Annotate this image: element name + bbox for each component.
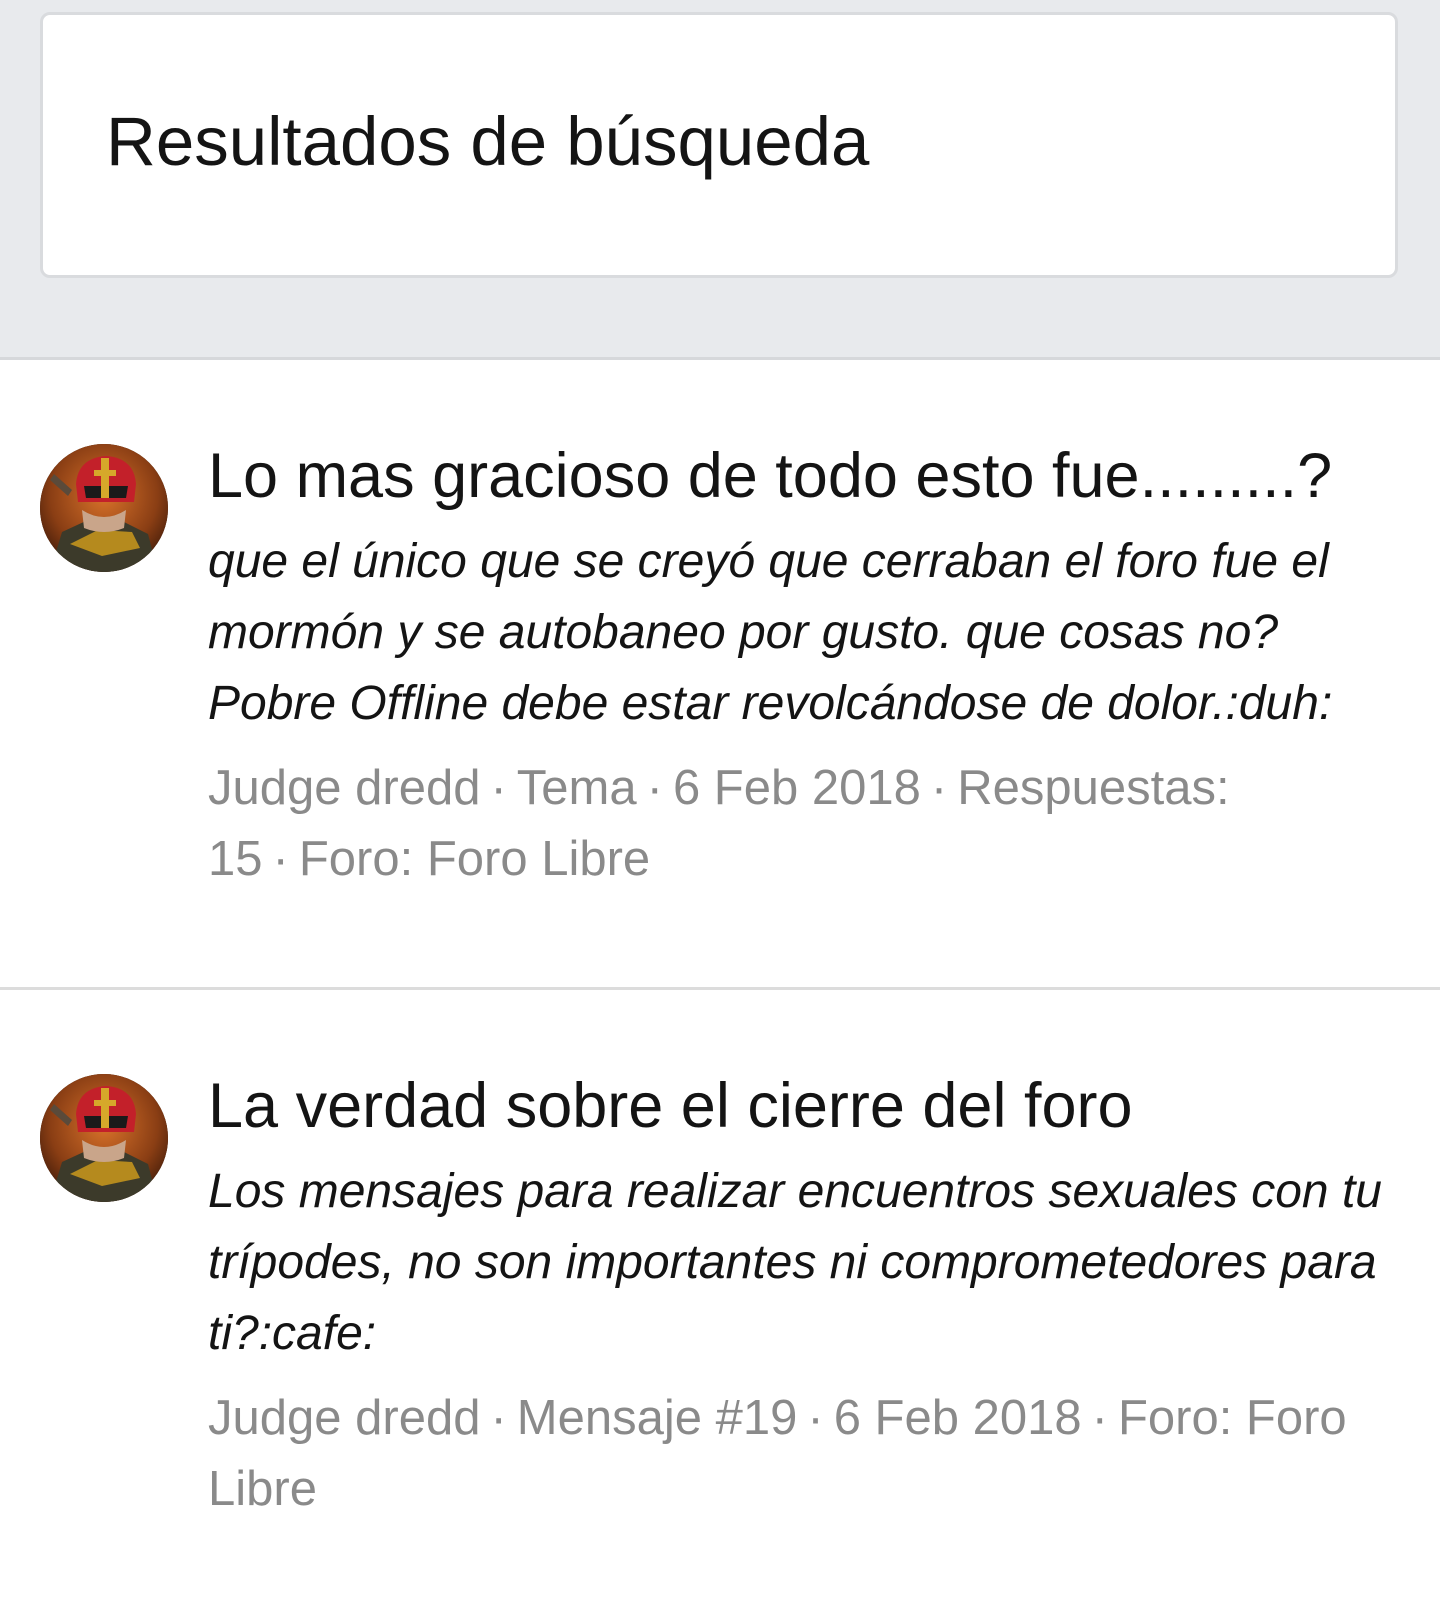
result-type: Mensaje #19	[516, 1391, 798, 1445]
result-meta: Judge dredd · Mensaje #19 · 6 Feb 2018 · Foro:…	[208, 1391, 1347, 1516]
result-body: Lo mas gracioso de todo esto fue........…	[208, 438, 1398, 895]
author-link[interactable]: Judge dredd	[208, 761, 480, 815]
result-meta: Judge dredd · Tema · 6 Feb 2018 · Respuestas: …	[208, 761, 1230, 886]
judge-helmet-avatar-icon	[40, 444, 168, 572]
result-title-link[interactable]: La verdad sobre el cierre del foro	[208, 1068, 1398, 1144]
forum-link[interactable]: Foro: Foro Libre	[299, 832, 650, 886]
avatar[interactable]	[40, 1074, 168, 1202]
result-date: 6 Feb 2018	[833, 1391, 1082, 1445]
search-header-area: Resultados de búsqueda	[0, 0, 1440, 360]
search-results-list: Lo mas gracioso de todo esto fue........…	[0, 360, 1440, 1610]
search-result-item[interactable]: La verdad sobre el cierre del foro Los m…	[0, 990, 1440, 1610]
result-body: La verdad sobre el cierre del foro Los m…	[208, 1068, 1398, 1525]
search-result-item[interactable]: Lo mas gracioso de todo esto fue........…	[0, 360, 1440, 990]
page-title: Resultados de búsqueda	[106, 103, 870, 180]
title-card: Resultados de búsqueda	[40, 12, 1398, 278]
judge-helmet-avatar-icon	[40, 1074, 168, 1202]
avatar[interactable]	[40, 444, 168, 572]
author-link[interactable]: Judge dredd	[208, 1391, 480, 1445]
result-date: 6 Feb 2018	[672, 761, 921, 815]
result-type: Tema	[516, 761, 637, 815]
result-title-link[interactable]: Lo mas gracioso de todo esto fue........…	[208, 438, 1398, 514]
result-snippet: Los mensajes para realizar encuentros se…	[208, 1165, 1382, 1360]
result-snippet: que el único que se creyó que cerraban e…	[208, 535, 1333, 730]
